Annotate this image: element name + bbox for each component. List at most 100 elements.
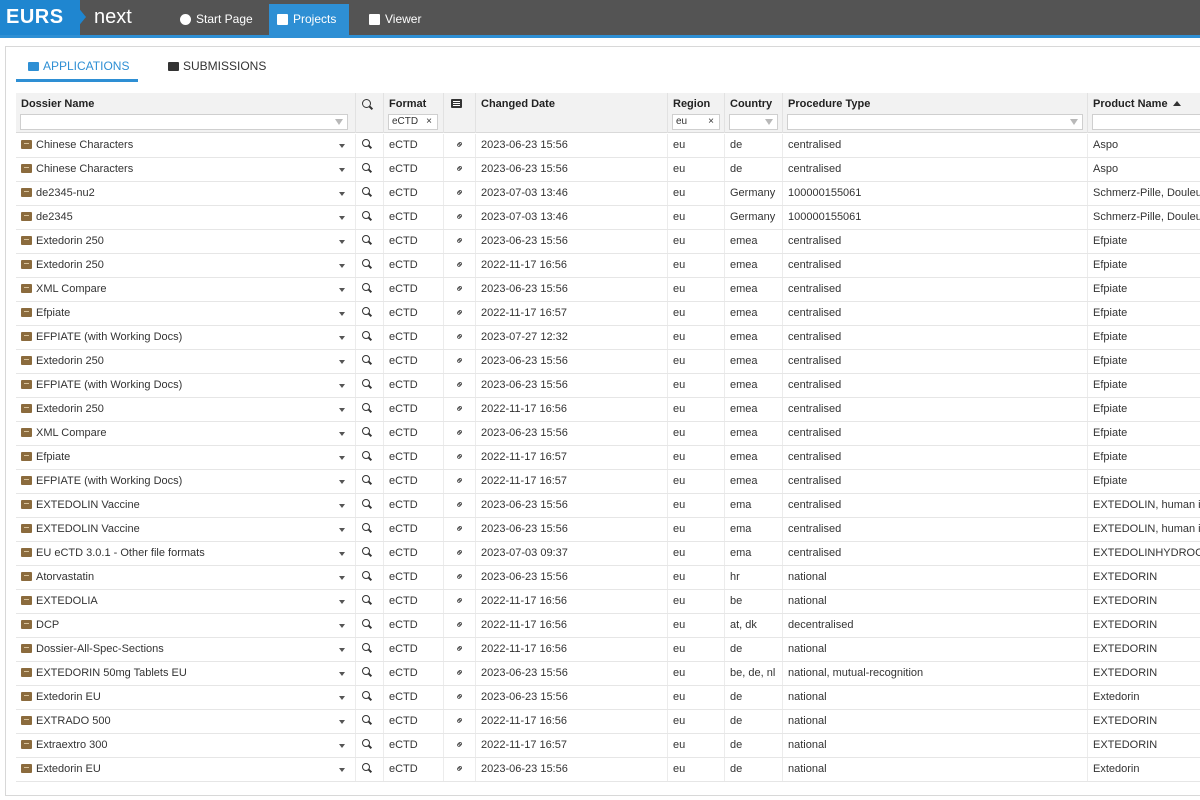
table-row[interactable]: EFPIATE (with Working Docs) eCTD ⚭ 2023-… bbox=[16, 326, 1200, 350]
link-cell[interactable]: ⚭ bbox=[444, 614, 476, 637]
search-icon[interactable] bbox=[362, 523, 372, 533]
open-cell[interactable] bbox=[356, 422, 384, 445]
link-cell[interactable]: ⚭ bbox=[444, 134, 476, 157]
tab-applications[interactable]: APPLICATIONS bbox=[28, 57, 129, 75]
open-cell[interactable] bbox=[356, 758, 384, 781]
column-procedure-type[interactable]: Procedure Type bbox=[783, 93, 1088, 133]
search-icon[interactable] bbox=[362, 163, 372, 173]
nav-start-page[interactable]: Start Page bbox=[172, 4, 261, 35]
column-country[interactable]: Country bbox=[725, 93, 783, 133]
search-icon[interactable] bbox=[362, 379, 372, 389]
chevron-down-icon[interactable] bbox=[339, 264, 345, 268]
chevron-down-icon[interactable] bbox=[339, 288, 345, 292]
open-cell[interactable] bbox=[356, 566, 384, 589]
open-cell[interactable] bbox=[356, 542, 384, 565]
dossier-name-cell[interactable]: DCP bbox=[16, 614, 356, 637]
open-cell[interactable] bbox=[356, 710, 384, 733]
chevron-down-icon[interactable] bbox=[339, 552, 345, 556]
chevron-down-icon[interactable] bbox=[339, 144, 345, 148]
search-icon[interactable] bbox=[362, 355, 372, 365]
table-row[interactable]: EXTEDOLIN Vaccine eCTD ⚭ 2023-06-23 15:5… bbox=[16, 518, 1200, 542]
link-cell[interactable]: ⚭ bbox=[444, 206, 476, 229]
sort-ascending-icon[interactable] bbox=[1172, 101, 1181, 106]
link-cell[interactable]: ⚭ bbox=[444, 638, 476, 661]
dossier-name-cell[interactable]: XML Compare bbox=[16, 278, 356, 301]
dossier-name-cell[interactable]: EFPIATE (with Working Docs) bbox=[16, 326, 356, 349]
chevron-down-icon[interactable] bbox=[339, 240, 345, 244]
chevron-down-icon[interactable] bbox=[339, 768, 345, 772]
open-cell[interactable] bbox=[356, 350, 384, 373]
search-icon[interactable] bbox=[362, 331, 372, 341]
search-icon[interactable] bbox=[362, 547, 372, 557]
search-icon[interactable] bbox=[362, 643, 372, 653]
dossier-name-cell[interactable]: EXTEDOLIN Vaccine bbox=[16, 518, 356, 541]
table-row[interactable]: EXTEDORIN 50mg Tablets EU eCTD ⚭ 2023-06… bbox=[16, 662, 1200, 686]
search-icon[interactable] bbox=[362, 451, 372, 461]
nav-viewer[interactable]: Viewer bbox=[361, 4, 429, 35]
link-cell[interactable]: ⚭ bbox=[444, 590, 476, 613]
dossier-name-cell[interactable]: Extraextro 300 bbox=[16, 734, 356, 757]
link-icon[interactable]: ⚭ bbox=[449, 542, 472, 565]
chevron-down-icon[interactable] bbox=[339, 168, 345, 172]
chevron-down-icon[interactable] bbox=[339, 744, 345, 748]
link-cell[interactable]: ⚭ bbox=[444, 566, 476, 589]
open-cell[interactable] bbox=[356, 230, 384, 253]
link-icon[interactable]: ⚭ bbox=[449, 134, 472, 157]
chevron-down-icon[interactable] bbox=[339, 360, 345, 364]
column-format[interactable]: Format eCTD × bbox=[384, 93, 444, 133]
dossier-name-cell[interactable]: Chinese Characters bbox=[16, 134, 356, 157]
open-cell[interactable] bbox=[356, 518, 384, 541]
link-icon[interactable]: ⚭ bbox=[449, 662, 472, 685]
open-cell[interactable] bbox=[356, 206, 384, 229]
link-cell[interactable]: ⚭ bbox=[444, 734, 476, 757]
link-icon[interactable]: ⚭ bbox=[449, 446, 472, 469]
search-icon[interactable] bbox=[362, 619, 372, 629]
format-filter-input[interactable]: eCTD × bbox=[388, 114, 438, 130]
chevron-down-icon[interactable] bbox=[339, 336, 345, 340]
chevron-down-icon[interactable] bbox=[339, 504, 345, 508]
link-cell[interactable]: ⚭ bbox=[444, 686, 476, 709]
table-row[interactable]: de2345-nu2 eCTD ⚭ 2023-07-03 13:46 eu Ge… bbox=[16, 182, 1200, 206]
dossier-name-cell[interactable]: Extedorin 250 bbox=[16, 350, 356, 373]
search-icon[interactable] bbox=[362, 715, 372, 725]
dossier-name-cell[interactable]: Dossier-All-Spec-Sections bbox=[16, 638, 356, 661]
open-cell[interactable] bbox=[356, 254, 384, 277]
dossier-name-cell[interactable]: Atorvastatin bbox=[16, 566, 356, 589]
link-icon[interactable]: ⚭ bbox=[449, 494, 472, 517]
search-icon[interactable] bbox=[362, 667, 372, 677]
open-cell[interactable] bbox=[356, 494, 384, 517]
chevron-down-icon[interactable] bbox=[339, 456, 345, 460]
search-icon[interactable] bbox=[362, 475, 372, 485]
link-icon[interactable]: ⚭ bbox=[449, 206, 472, 229]
search-icon[interactable] bbox=[362, 259, 372, 269]
chevron-down-icon[interactable] bbox=[339, 576, 345, 580]
table-row[interactable]: EXTEDOLIN Vaccine eCTD ⚭ 2023-06-23 15:5… bbox=[16, 494, 1200, 518]
link-icon[interactable]: ⚭ bbox=[449, 710, 472, 733]
link-cell[interactable]: ⚭ bbox=[444, 350, 476, 373]
link-icon[interactable]: ⚭ bbox=[449, 374, 472, 397]
search-icon[interactable] bbox=[362, 427, 372, 437]
column-changed-date[interactable]: Changed Date bbox=[476, 93, 668, 133]
table-row[interactable]: Efpiate eCTD ⚭ 2022-11-17 16:57 eu emea … bbox=[16, 302, 1200, 326]
dossier-name-cell[interactable]: EFPIATE (with Working Docs) bbox=[16, 470, 356, 493]
link-cell[interactable]: ⚭ bbox=[444, 230, 476, 253]
dossier-name-cell[interactable]: Efpiate bbox=[16, 302, 356, 325]
procedure-type-filter-input[interactable] bbox=[787, 114, 1083, 130]
link-cell[interactable]: ⚭ bbox=[444, 518, 476, 541]
link-icon[interactable]: ⚭ bbox=[449, 158, 472, 181]
open-cell[interactable] bbox=[356, 662, 384, 685]
search-icon[interactable] bbox=[362, 763, 372, 773]
dossier-name-cell[interactable]: EXTEDORIN 50mg Tablets EU bbox=[16, 662, 356, 685]
dossier-name-filter-input[interactable] bbox=[20, 114, 348, 130]
table-row[interactable]: Atorvastatin eCTD ⚭ 2023-06-23 15:56 eu … bbox=[16, 566, 1200, 590]
open-cell[interactable] bbox=[356, 446, 384, 469]
dossier-name-cell[interactable]: de2345 bbox=[16, 206, 356, 229]
table-row[interactable]: XML Compare eCTD ⚭ 2023-06-23 15:56 eu e… bbox=[16, 278, 1200, 302]
table-row[interactable]: Extedorin 250 eCTD ⚭ 2022-11-17 16:56 eu… bbox=[16, 254, 1200, 278]
dossier-name-cell[interactable]: EXTEDOLIA bbox=[16, 590, 356, 613]
link-icon[interactable]: ⚭ bbox=[449, 254, 472, 277]
open-cell[interactable] bbox=[356, 470, 384, 493]
chevron-down-icon[interactable] bbox=[339, 432, 345, 436]
chevron-down-icon[interactable] bbox=[339, 720, 345, 724]
open-cell[interactable] bbox=[356, 278, 384, 301]
